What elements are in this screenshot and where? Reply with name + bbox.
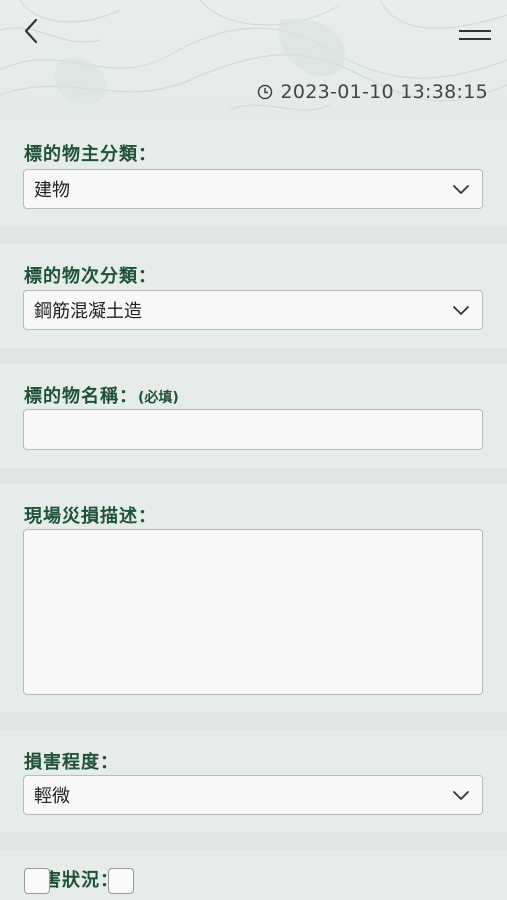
damage-level-section: 損害程度： 輕微 [0, 730, 507, 832]
required-note: (必填) [138, 390, 179, 406]
name-label-text: 標的物名稱： [24, 386, 138, 407]
chevron-left-icon [24, 18, 38, 44]
main-category-value: 建物 [34, 180, 70, 201]
damage-status-checkbox[interactable] [24, 868, 50, 894]
name-input[interactable] [23, 409, 483, 450]
description-section: 現場災損描述： [0, 484, 507, 712]
header: 2023-01-10 13:38:15 [0, 0, 507, 122]
sub-category-value: 鋼筋混凝土造 [34, 301, 142, 322]
description-textarea[interactable] [23, 529, 483, 695]
menu-bar-icon [459, 38, 491, 40]
chevron-down-icon [453, 791, 469, 800]
menu-bar-icon [459, 30, 491, 32]
sub-category-select[interactable]: 鋼筋混凝土造 [23, 290, 483, 330]
main-category-label: 標的物主分類： [24, 144, 157, 165]
damage-level-select[interactable]: 輕微 [23, 775, 483, 815]
timestamp-text: 2023-01-10 13:38:15 [280, 81, 488, 103]
clock-icon [257, 84, 272, 100]
chevron-down-icon [453, 185, 469, 194]
menu-button[interactable] [455, 20, 495, 50]
main-category-select[interactable]: 建物 [23, 169, 483, 209]
sub-category-section: 標的物次分類： 鋼筋混凝土造 [0, 244, 507, 348]
damage-level-label: 損害程度： [24, 752, 119, 773]
chevron-down-icon [453, 306, 469, 315]
name-label: 標的物名稱：(必填) [24, 382, 179, 408]
back-button[interactable] [14, 14, 48, 48]
main-category-section: 標的物主分類： 建物 [0, 122, 507, 226]
name-section: 標的物名稱：(必填) [0, 364, 507, 468]
timestamp: 2023-01-10 13:38:15 [257, 80, 489, 104]
description-label: 現場災損描述： [24, 506, 157, 527]
sub-category-label: 標的物次分類： [24, 266, 157, 287]
damage-status-checkbox[interactable] [108, 868, 134, 894]
damage-level-value: 輕微 [34, 786, 70, 807]
damage-status-section: 損害狀況： [0, 850, 507, 900]
